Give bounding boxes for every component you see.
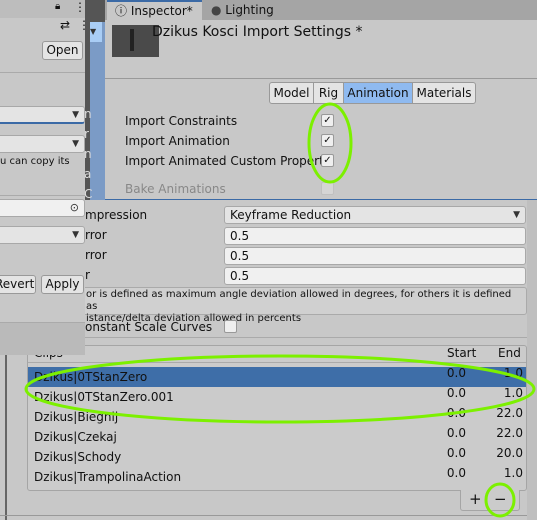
highlight-ellipse [484, 482, 516, 518]
highlight-ellipse [307, 102, 353, 184]
annotation-overlay [24, 102, 536, 518]
highlight-ellipse [24, 354, 536, 424]
